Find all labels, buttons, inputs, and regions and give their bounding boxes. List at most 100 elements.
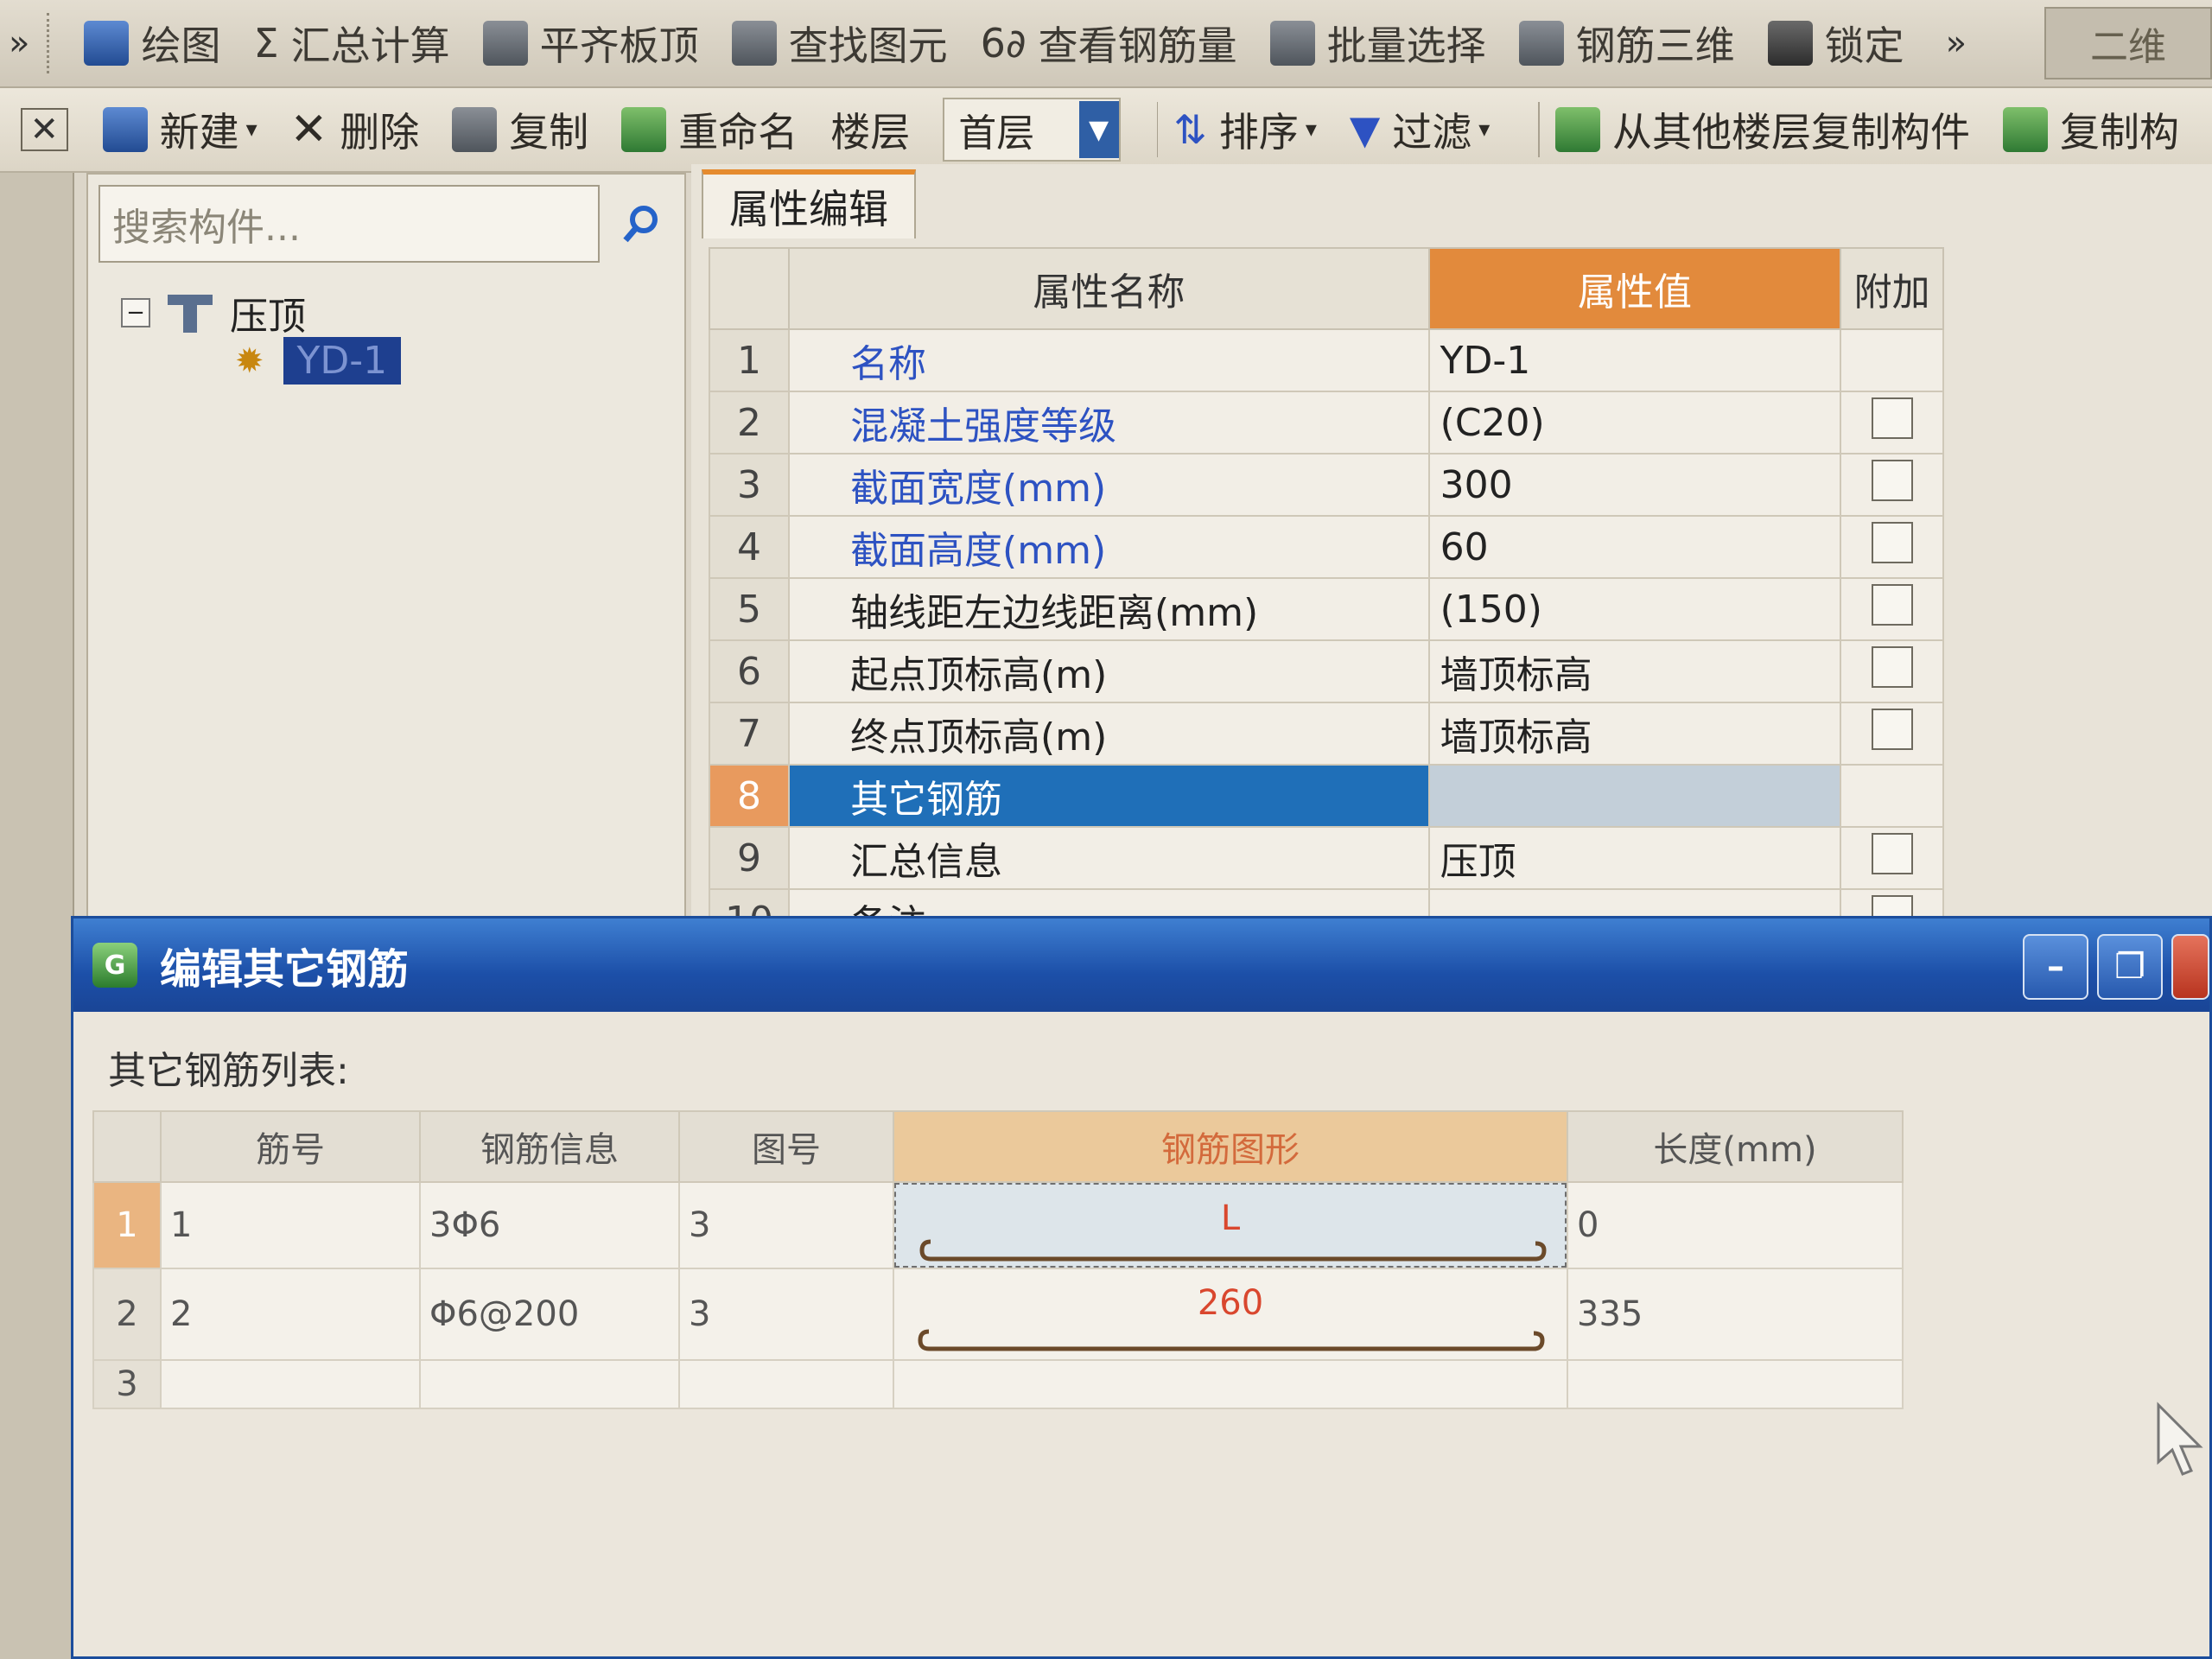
extra-checkbox[interactable] [1871,832,1913,874]
view-2d-label: 二维 [2090,25,2166,69]
row-index: 6 [708,639,791,703]
property-row[interactable]: 9 汇总信息 压顶 [708,826,1944,890]
property-extra-cell[interactable] [1840,826,1944,890]
column-header-length[interactable]: 长度(mm) [1567,1110,1904,1183]
property-value[interactable]: (150) [1427,577,1842,641]
property-row[interactable]: 2 混凝土强度等级 (C20) [708,391,1944,454]
property-extra-cell[interactable] [1840,639,1944,703]
property-row[interactable]: 8 其它钢筋 [708,764,1944,828]
property-row[interactable]: 5 轴线距左边线距离(mm) (150) [708,577,1944,641]
column-header-rebar-no[interactable]: 筋号 [160,1110,421,1183]
property-value[interactable] [1427,764,1842,828]
figure-no-cell[interactable]: 3 [678,1268,894,1361]
overflow-icon[interactable]: » [1946,23,1967,63]
property-row[interactable]: 6 起点顶标高(m) 墙顶标高 [708,639,1944,703]
length-cell[interactable] [1567,1359,1904,1409]
column-header-value[interactable]: 属性值 [1427,247,1842,330]
rebar-3d-label: 钢筋三维 [1575,22,1735,69]
rebar-info-cell[interactable]: 3Φ6 [419,1181,680,1269]
property-row[interactable]: 1 名称 YD-1 [708,328,1944,392]
property-extra-cell[interactable] [1840,328,1944,392]
draw-label: 绘图 [141,22,221,69]
copy-button[interactable]: 复制 [452,101,588,158]
new-button[interactable]: 新建 ▾ [102,101,257,158]
property-extra-cell[interactable] [1840,577,1944,641]
rebar-shape-cell[interactable]: 260 [893,1268,1568,1361]
rebar-3d-button[interactable]: 钢筋三维 [1518,15,1735,72]
extra-checkbox[interactable] [1871,521,1913,563]
search-button[interactable] [607,185,676,263]
column-header-name[interactable]: 属性名称 [788,247,1430,330]
property-value[interactable]: 60 [1427,515,1842,579]
property-extra-cell[interactable] [1840,391,1944,454]
lock-button[interactable]: 锁定 [1767,15,1904,72]
close-button[interactable] [2171,934,2209,1000]
collapse-icon[interactable]: − [121,298,150,327]
tree-node-child[interactable]: ✹ YD-1 [235,337,402,385]
rebar-shape-cell[interactable] [893,1359,1568,1409]
rebar-shape-cell[interactable]: L [893,1181,1568,1269]
view-rebar-quantity-button[interactable]: 6∂ 查看钢筋量 [981,15,1237,72]
draw-button[interactable]: 绘图 [84,15,220,72]
column-header-extra[interactable]: 附加 [1840,247,1944,330]
batch-select-button[interactable]: 批量选择 [1269,15,1486,72]
rebar-info-cell[interactable]: Φ6@200 [419,1268,680,1361]
rename-button[interactable]: 重命名 [621,101,798,158]
property-value[interactable]: YD-1 [1427,328,1842,392]
extra-checkbox[interactable] [1871,459,1913,501]
figure-no-cell[interactable] [678,1359,894,1409]
overflow-left-icon[interactable]: » [9,23,29,63]
extra-checkbox[interactable] [1871,645,1913,688]
property-value[interactable]: 墙顶标高 [1427,639,1842,703]
property-extra-cell[interactable] [1840,453,1944,517]
property-row[interactable]: 4 截面高度(mm) 60 [708,515,1944,579]
property-value[interactable]: 压顶 [1427,826,1842,890]
dialog-title-bar[interactable]: G 编辑其它钢筋 – ❐ [73,918,2209,1012]
maximize-button[interactable]: ❐ [2097,934,2163,1000]
property-row[interactable]: 3 截面宽度(mm) 300 [708,453,1944,517]
property-value[interactable]: 墙顶标高 [1427,702,1842,766]
filter-button[interactable]: ▼ 过滤 ▾ [1350,101,1490,158]
property-extra-cell[interactable] [1840,764,1944,828]
sort-button[interactable]: ⇅ 排序 ▾ [1173,101,1317,158]
toolbar-grip[interactable] [47,13,75,73]
length-cell[interactable]: 335 [1567,1268,1904,1361]
minimize-button[interactable]: – [2023,934,2088,1000]
rebar-row[interactable]: 2 2 Φ6@200 3 260 335 [92,1268,1904,1361]
extra-checkbox[interactable] [1871,397,1913,439]
extra-checkbox[interactable] [1871,583,1913,626]
extra-checkbox[interactable] [1871,708,1913,750]
length-cell[interactable]: 0 [1567,1181,1904,1269]
rebar-shape-preview[interactable]: L [894,1183,1567,1268]
rebar-info-cell[interactable] [419,1359,680,1409]
find-element-button[interactable]: 查找图元 [731,15,948,72]
close-panel-button[interactable]: ✕ [21,108,68,151]
property-name: 起点顶标高(m) [788,639,1430,703]
search-input[interactable]: 搜索构件... [99,185,600,263]
rebar-shape-preview[interactable]: 260 [894,1269,1567,1359]
summary-calc-button[interactable]: Σ 汇总计算 [253,15,449,72]
align-slab-top-button[interactable]: 平齐板顶 [482,15,699,72]
chevron-down-icon[interactable]: ▼ [1078,101,1119,158]
property-row[interactable]: 7 终点顶标高(m) 墙顶标高 [708,702,1944,766]
rebar-no-cell[interactable] [160,1359,421,1409]
tab-property-edit[interactable]: 属性编辑 [702,169,916,238]
view-2d-button[interactable]: 二维 [2044,7,2212,79]
column-header-rebar-info[interactable]: 钢筋信息 [419,1110,680,1183]
property-value[interactable]: 300 [1427,453,1842,517]
tree-node-root[interactable]: − 压顶 [121,285,306,340]
property-value[interactable]: (C20) [1427,391,1842,454]
floor-select[interactable]: 首层 ▼ [943,98,1121,162]
rebar-no-cell[interactable]: 2 [160,1268,421,1361]
delete-button[interactable]: ✕ 删除 [290,101,420,158]
rebar-row[interactable]: 3 [92,1359,1904,1409]
copy-to-button[interactable]: 复制构 [2003,101,2179,158]
copy-from-floor-button[interactable]: 从其他楼层复制构件 [1555,101,1970,158]
column-header-rebar-shape[interactable]: 钢筋图形 [893,1110,1568,1183]
rebar-row[interactable]: 1 1 3Φ6 3 L 0 [92,1181,1904,1269]
column-header-figure-no[interactable]: 图号 [678,1110,894,1183]
figure-no-cell[interactable]: 3 [678,1181,894,1269]
property-extra-cell[interactable] [1840,515,1944,579]
property-extra-cell[interactable] [1840,702,1944,766]
rebar-no-cell[interactable]: 1 [160,1181,421,1269]
